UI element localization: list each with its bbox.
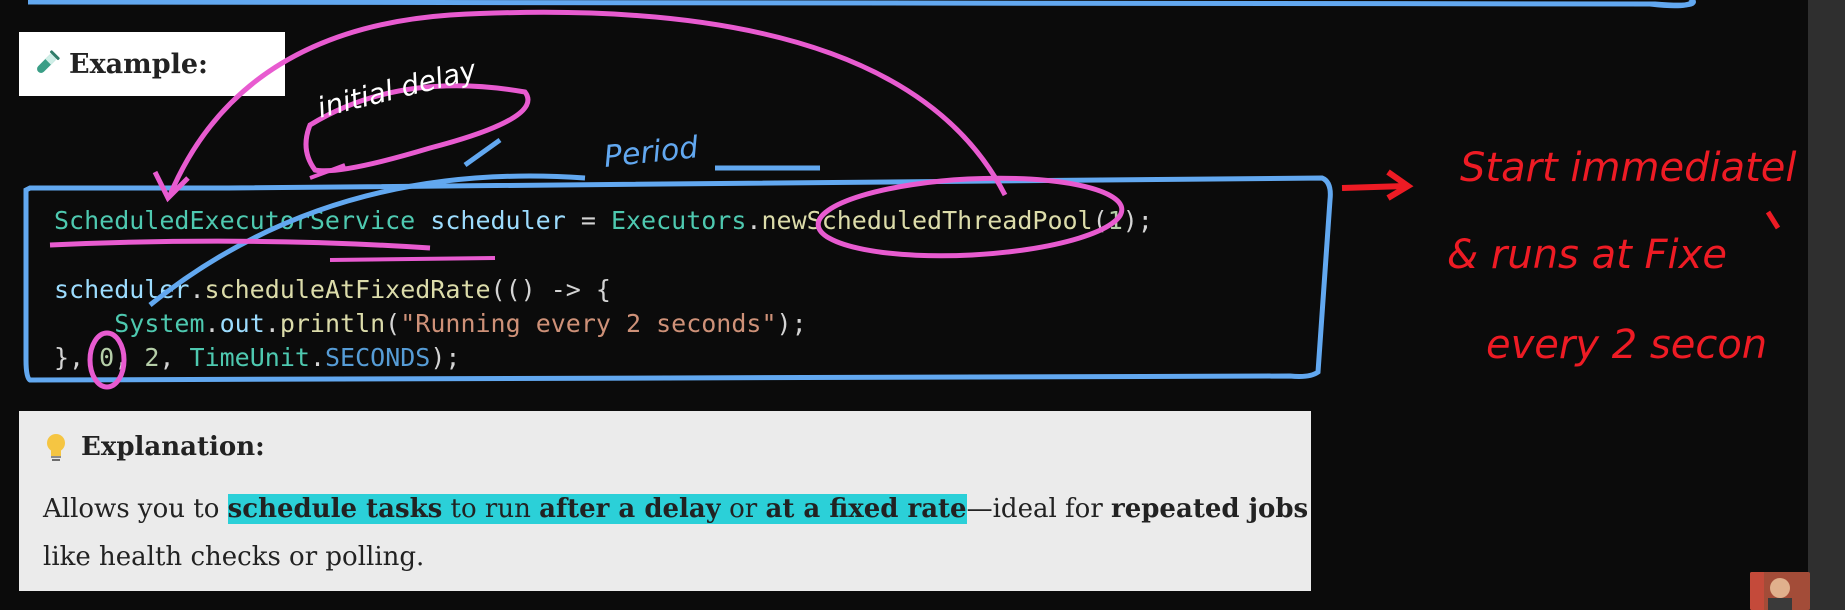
code-frame-stroke — [23, 175, 1333, 383]
annotation-right-line-3: every 2 secon — [1486, 322, 1768, 368]
top-frame-stroke — [27, 0, 1696, 8]
presenter-avatar — [1750, 572, 1810, 610]
annotation-right-line-2: & runs at Fixe — [1447, 232, 1727, 278]
avatar-image — [1750, 572, 1810, 610]
pink-arrow-head — [152, 170, 190, 203]
red-arrow-shaft — [1341, 183, 1406, 191]
delay-pointer-stroke — [463, 137, 502, 168]
red-ink-mark — [1765, 210, 1781, 230]
pink-underline-var — [329, 256, 496, 262]
annotation-right-line-1: Start immediatel — [1460, 145, 1797, 191]
pink-curved-arrow — [167, 9, 1008, 197]
annotation-ink-layer — [23, 0, 1781, 390]
pink-circle-threadpool — [815, 175, 1125, 259]
